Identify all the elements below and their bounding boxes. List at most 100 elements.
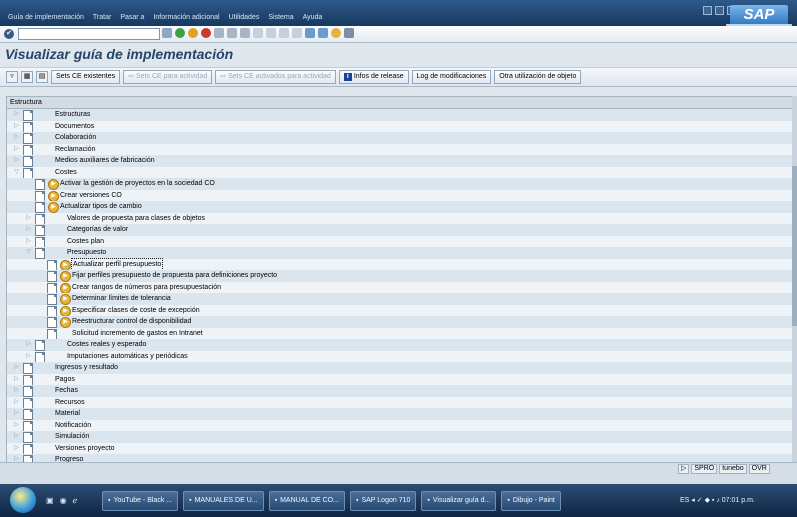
expand-icon[interactable]: ▷ — [25, 351, 32, 363]
tree-node-label[interactable]: Especificar clases de coste de excepción — [72, 305, 200, 317]
expand-icon[interactable]: ▷ — [13, 132, 20, 144]
tree-node-label[interactable]: Reestructurar control de disponibilidad — [72, 316, 191, 328]
next-page-icon[interactable] — [279, 28, 289, 38]
tree-node-label[interactable]: Reclamación — [55, 144, 95, 156]
document-icon[interactable] — [35, 213, 45, 225]
execute-icon[interactable]: ▶ — [60, 271, 71, 282]
tree-node-label[interactable]: Activar la gestión de proyectos en la so… — [60, 178, 215, 190]
tree-node-label[interactable]: Fechas — [55, 385, 78, 397]
expand-icon[interactable]: ▷ — [13, 374, 20, 386]
menu-pasar-a[interactable]: Pasar a — [120, 14, 144, 21]
expand-icon[interactable]: ▷ — [25, 236, 32, 248]
tree-row[interactable]: ▶ Actualizar perfil presupuesto — [7, 257, 793, 271]
tree-row[interactable]: ▷ Versiones proyecto — [7, 442, 793, 455]
tree-node-label[interactable]: Costes reales y esperado — [67, 339, 146, 351]
taskbar-task[interactable]: ▪ YouTube - Black ... — [102, 491, 179, 511]
taskbar-task[interactable]: ▪ Visualizar guía d... — [421, 491, 497, 511]
tree-row[interactable]: ▷ Valores de propuesta para clases de obj… — [7, 212, 793, 225]
language-indicator[interactable]: ES — [680, 497, 689, 504]
tree-row[interactable]: ▷ Reclamación — [7, 143, 793, 156]
log-modificaciones-button[interactable]: Log de modificaciones — [411, 70, 492, 84]
taskbar-task[interactable]: ▪ MANUALES DE U... — [183, 491, 264, 511]
tree-row[interactable]: ▽ Costes — [7, 166, 793, 179]
tree-node-label[interactable]: Costes plan — [67, 236, 104, 248]
save-icon[interactable] — [162, 28, 172, 38]
document-icon[interactable] — [35, 236, 45, 248]
menu-ayuda[interactable]: Ayuda — [303, 14, 323, 21]
tree-node-label[interactable]: Notificación — [55, 420, 91, 432]
start-button[interactable] — [10, 487, 36, 513]
tree-row[interactable]: ▶ Crear versiones CO — [7, 189, 793, 202]
exit-icon[interactable] — [188, 28, 198, 38]
tree-row[interactable]: ▶ Activar la gestión de proyectos en la s… — [7, 178, 793, 190]
document-icon[interactable] — [23, 432, 33, 443]
table-icon[interactable]: ▦ — [21, 71, 33, 83]
tree-row[interactable]: ▷ Categorías de valor — [7, 224, 793, 236]
shortcut-icon[interactable] — [318, 28, 328, 38]
layout-icon[interactable] — [344, 28, 354, 38]
execute-icon[interactable]: ▶ — [60, 259, 71, 271]
execute-icon[interactable]: ▶ — [60, 305, 71, 317]
browser-icon[interactable]: ◉ — [60, 496, 67, 505]
document-icon[interactable] — [47, 282, 57, 294]
execute-icon[interactable]: ▶ — [48, 190, 59, 202]
scrollbar-thumb[interactable] — [792, 166, 797, 326]
find-icon[interactable] — [227, 28, 237, 38]
tree-row[interactable]: ▷ Pagos — [7, 373, 793, 386]
tree-node-label[interactable]: Simulación — [55, 431, 89, 443]
menu-sistema[interactable]: Sistema — [268, 14, 293, 21]
tree-row[interactable]: ▷ Colaboración — [7, 132, 793, 144]
collapse-icon[interactable]: ▽ — [25, 247, 32, 259]
document-icon[interactable] — [23, 144, 33, 156]
sets-ce-existentes-button[interactable]: Sets CE existentes — [51, 70, 121, 84]
tree-row[interactable]: ▷ Simulación — [7, 431, 793, 443]
expand-icon[interactable]: ▷ — [13, 408, 20, 420]
infos-release-button[interactable]: i Infos de release — [338, 70, 409, 84]
document-icon[interactable] — [23, 409, 33, 420]
filter-icon[interactable]: ▿ — [6, 71, 18, 83]
otra-utilizacion-button[interactable]: Otra utilización de objeto — [494, 70, 582, 84]
print-icon[interactable] — [214, 28, 224, 38]
menu-tratar[interactable]: Tratar — [93, 14, 111, 21]
document-icon[interactable] — [23, 386, 33, 397]
tray-icons[interactable]: ◂ ✓ ◆ ▪ ♪ — [691, 497, 720, 504]
document-icon[interactable] — [35, 340, 45, 351]
sets-ce-activados-button[interactable]: ⇨ Sets CE activados para actividad — [215, 70, 336, 84]
document-icon[interactable] — [47, 271, 57, 282]
menu-utilidades[interactable]: Utilidades — [229, 14, 260, 21]
cancel-icon[interactable] — [201, 28, 211, 38]
taskbar-task[interactable]: ▪ MANUAL DE CO... — [268, 491, 345, 511]
tree-node-label[interactable]: Medios auxiliares de fabricación — [55, 155, 155, 167]
tree-row[interactable]: ▶ Crear rangos de números para presupuest… — [7, 281, 793, 294]
tree-node-label[interactable]: Documentos — [55, 121, 94, 133]
tree-node-label[interactable]: Material — [55, 408, 80, 420]
last-page-icon[interactable] — [292, 28, 302, 38]
status-arrow-icon[interactable]: ▷ — [678, 464, 690, 474]
document-icon[interactable] — [35, 248, 45, 259]
tree-row[interactable]: ▶ Fijar perfiles presupuesto de propuesta… — [7, 270, 793, 282]
tree-row[interactable]: ▷ Documentos — [7, 120, 793, 133]
collapse-icon[interactable]: ▽ — [13, 167, 20, 179]
tree-node-label[interactable]: Costes — [55, 167, 77, 179]
taskbar-task[interactable]: ▪ SAP Logon 710 — [349, 491, 417, 511]
sets-ce-actividad-button[interactable]: ⇨ Sets CE para actividad — [123, 70, 213, 84]
execute-icon[interactable]: ▶ — [60, 317, 71, 328]
docs-icon[interactable]: ▤ — [36, 71, 48, 83]
document-icon[interactable] — [35, 179, 45, 190]
expand-icon[interactable]: ▷ — [25, 224, 32, 236]
tree-node-label[interactable]: Crear versiones CO — [60, 190, 122, 202]
document-icon[interactable] — [23, 110, 33, 121]
tree-row[interactable]: Solicitud incremento de gastos en Intran… — [7, 327, 793, 340]
execute-icon[interactable]: ▶ — [60, 282, 71, 294]
expand-icon[interactable]: ▷ — [13, 121, 20, 133]
menu-guia[interactable]: Guía de implementación — [8, 14, 84, 21]
expand-icon[interactable]: ▷ — [13, 397, 20, 409]
expand-icon[interactable]: ▷ — [25, 339, 32, 351]
document-icon[interactable] — [23, 133, 33, 144]
document-icon[interactable] — [35, 190, 45, 202]
vertical-scrollbar[interactable] — [792, 96, 797, 462]
document-icon[interactable] — [47, 294, 57, 305]
expand-icon[interactable]: ▷ — [13, 431, 20, 443]
document-icon[interactable] — [23, 156, 33, 167]
command-field[interactable] — [18, 28, 160, 40]
